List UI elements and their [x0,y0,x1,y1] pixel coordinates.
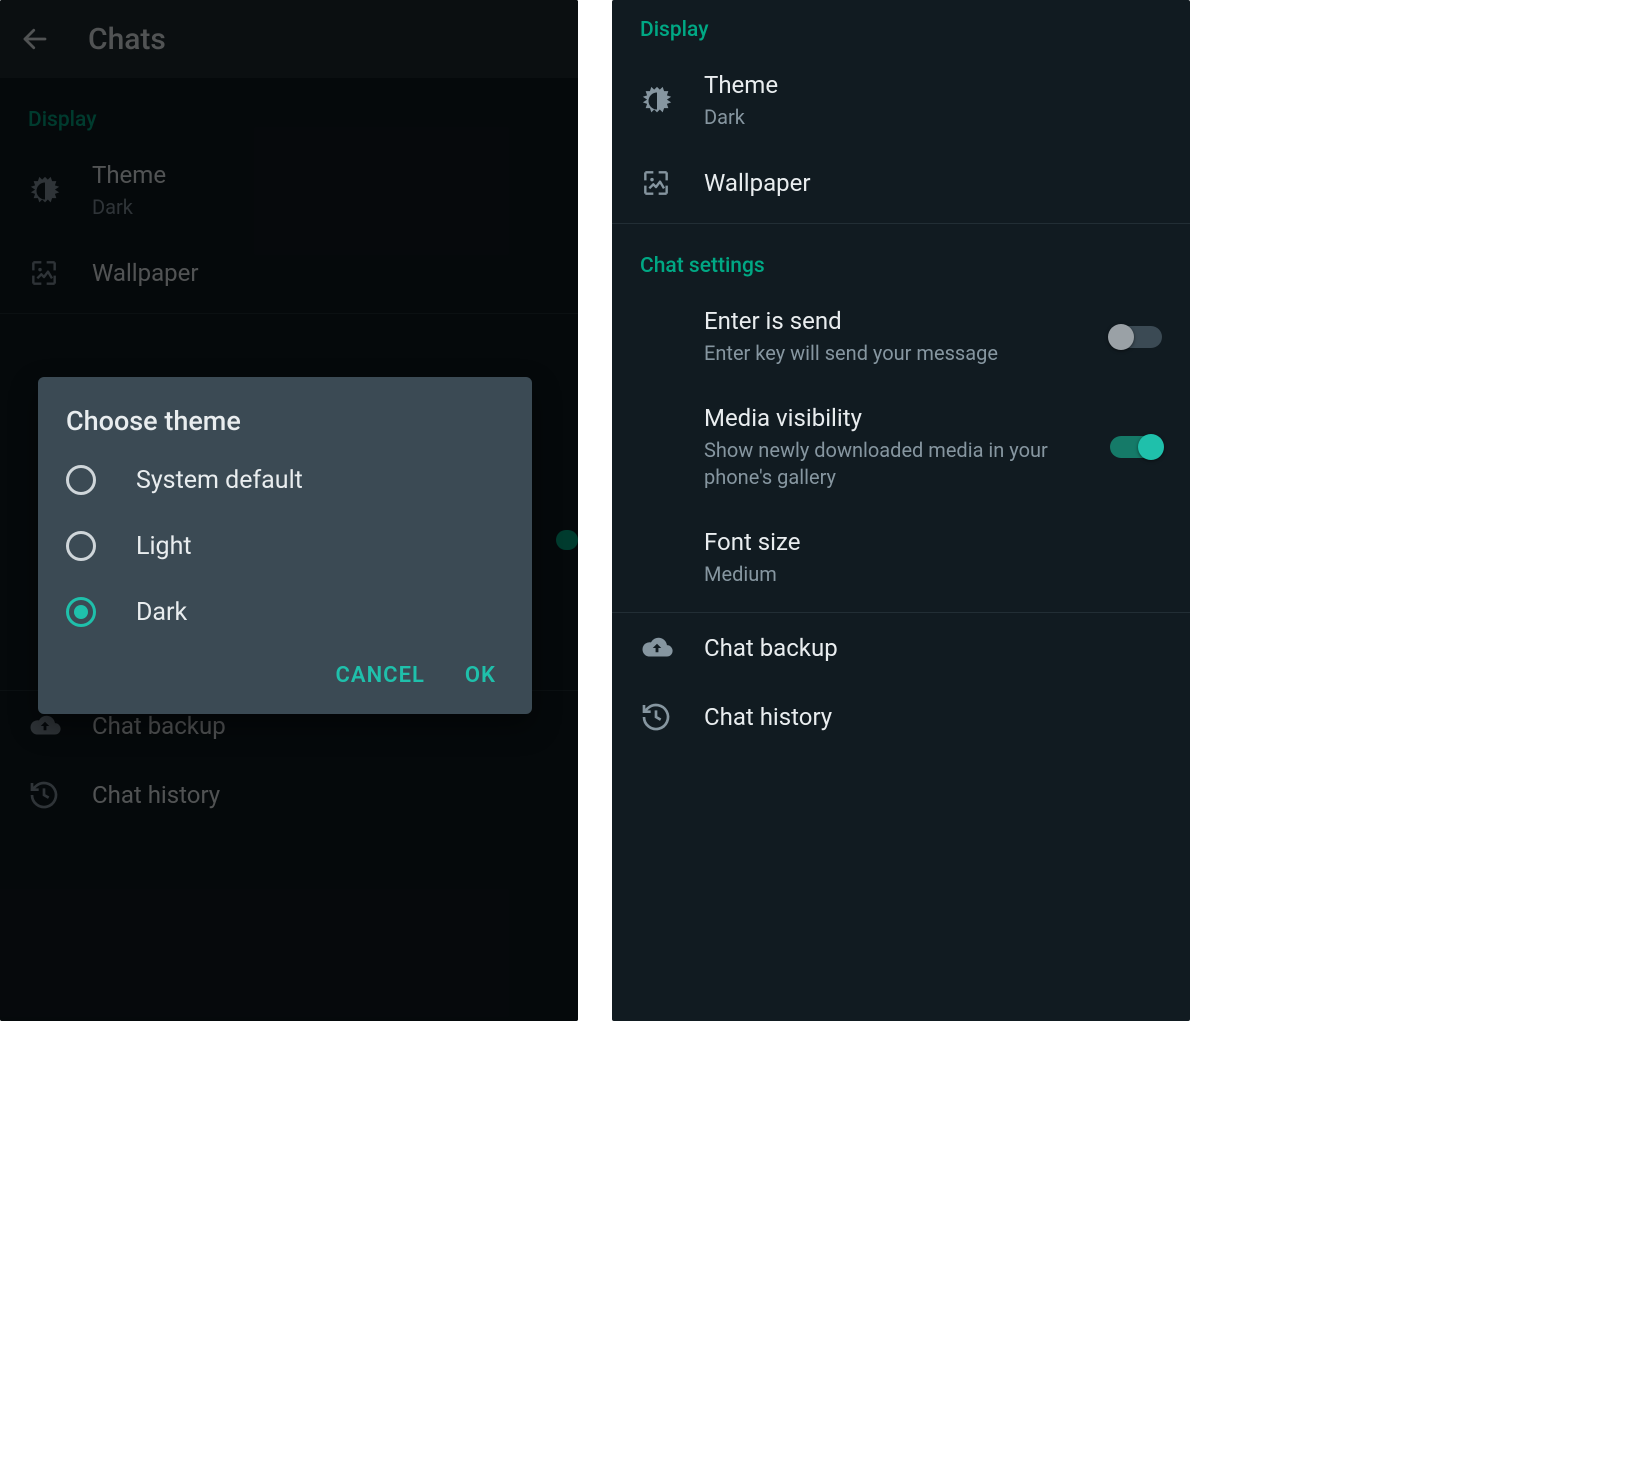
theme-row[interactable]: Theme Dark [612,52,1190,149]
back-arrow-icon[interactable] [20,24,50,54]
dialog-title: Choose theme [38,405,532,447]
page-title: Chats [88,22,166,57]
radio-icon [66,597,96,627]
chat-history-title: Chat history [704,702,1162,732]
cloud-upload-icon [28,709,80,743]
enter-is-send-row[interactable]: Enter is send Enter key will send your m… [612,288,1190,385]
font-size-value: Medium [704,561,1162,588]
history-icon [28,779,80,811]
theme-title: Theme [704,70,1162,100]
wallpaper-icon [28,257,80,289]
chat-backup-title: Chat backup [92,711,550,741]
radio-label: Dark [136,598,187,627]
enter-is-send-title: Enter is send [704,306,1086,336]
choose-theme-dialog: Choose theme System default Light Dark C… [38,377,532,714]
left-pane: Chats Display Theme Dark Wallpaper [0,0,578,1021]
wallpaper-row[interactable]: Wallpaper [612,149,1190,217]
radio-label: Light [136,532,192,561]
dialog-actions: CANCEL OK [38,645,532,704]
font-size-row[interactable]: Font size Medium [612,509,1190,606]
chat-backup-title: Chat backup [704,633,1162,663]
theme-title: Theme [92,160,550,190]
chat-history-title: Chat history [92,780,550,810]
section-label-display: Display [612,0,1190,52]
chat-history-row[interactable]: Chat history [0,761,578,829]
media-visibility-title: Media visibility [704,403,1086,433]
wallpaper-title: Wallpaper [704,168,1162,198]
section-label-chat-settings: Chat settings [612,224,1190,288]
cloud-upload-icon [640,631,692,665]
ok-button[interactable]: OK [465,663,496,688]
font-size-title: Font size [704,527,1162,557]
chat-history-row[interactable]: Chat history [612,683,1190,751]
theme-value: Dark [92,194,550,221]
right-pane: Display Theme Dark Wallpaper Chat settin… [612,0,1190,1021]
wallpaper-title: Wallpaper [92,258,550,288]
chat-backup-row[interactable]: Chat backup [612,613,1190,683]
theme-option-light[interactable]: Light [38,513,532,579]
theme-icon [28,174,80,208]
radio-label: System default [136,466,303,495]
enter-is-send-toggle[interactable] [1110,326,1162,348]
theme-value: Dark [704,104,1162,131]
media-visibility-row[interactable]: Media visibility Show newly downloaded m… [612,385,1190,509]
cancel-button[interactable]: CANCEL [336,663,425,688]
enter-is-send-sub: Enter key will send your message [704,340,1086,367]
history-icon [640,701,692,733]
radio-icon [66,531,96,561]
theme-option-dark[interactable]: Dark [38,579,532,645]
wallpaper-row[interactable]: Wallpaper [0,239,578,307]
theme-icon [640,84,692,118]
wallpaper-icon [640,167,692,199]
media-visibility-toggle[interactable] [1110,436,1162,458]
media-visibility-sub: Show newly downloaded media in your phon… [704,437,1086,491]
section-label-display: Display [0,78,578,142]
radio-icon [66,465,96,495]
header: Chats [0,0,578,78]
theme-row[interactable]: Theme Dark [0,142,578,239]
theme-option-system-default[interactable]: System default [38,447,532,513]
